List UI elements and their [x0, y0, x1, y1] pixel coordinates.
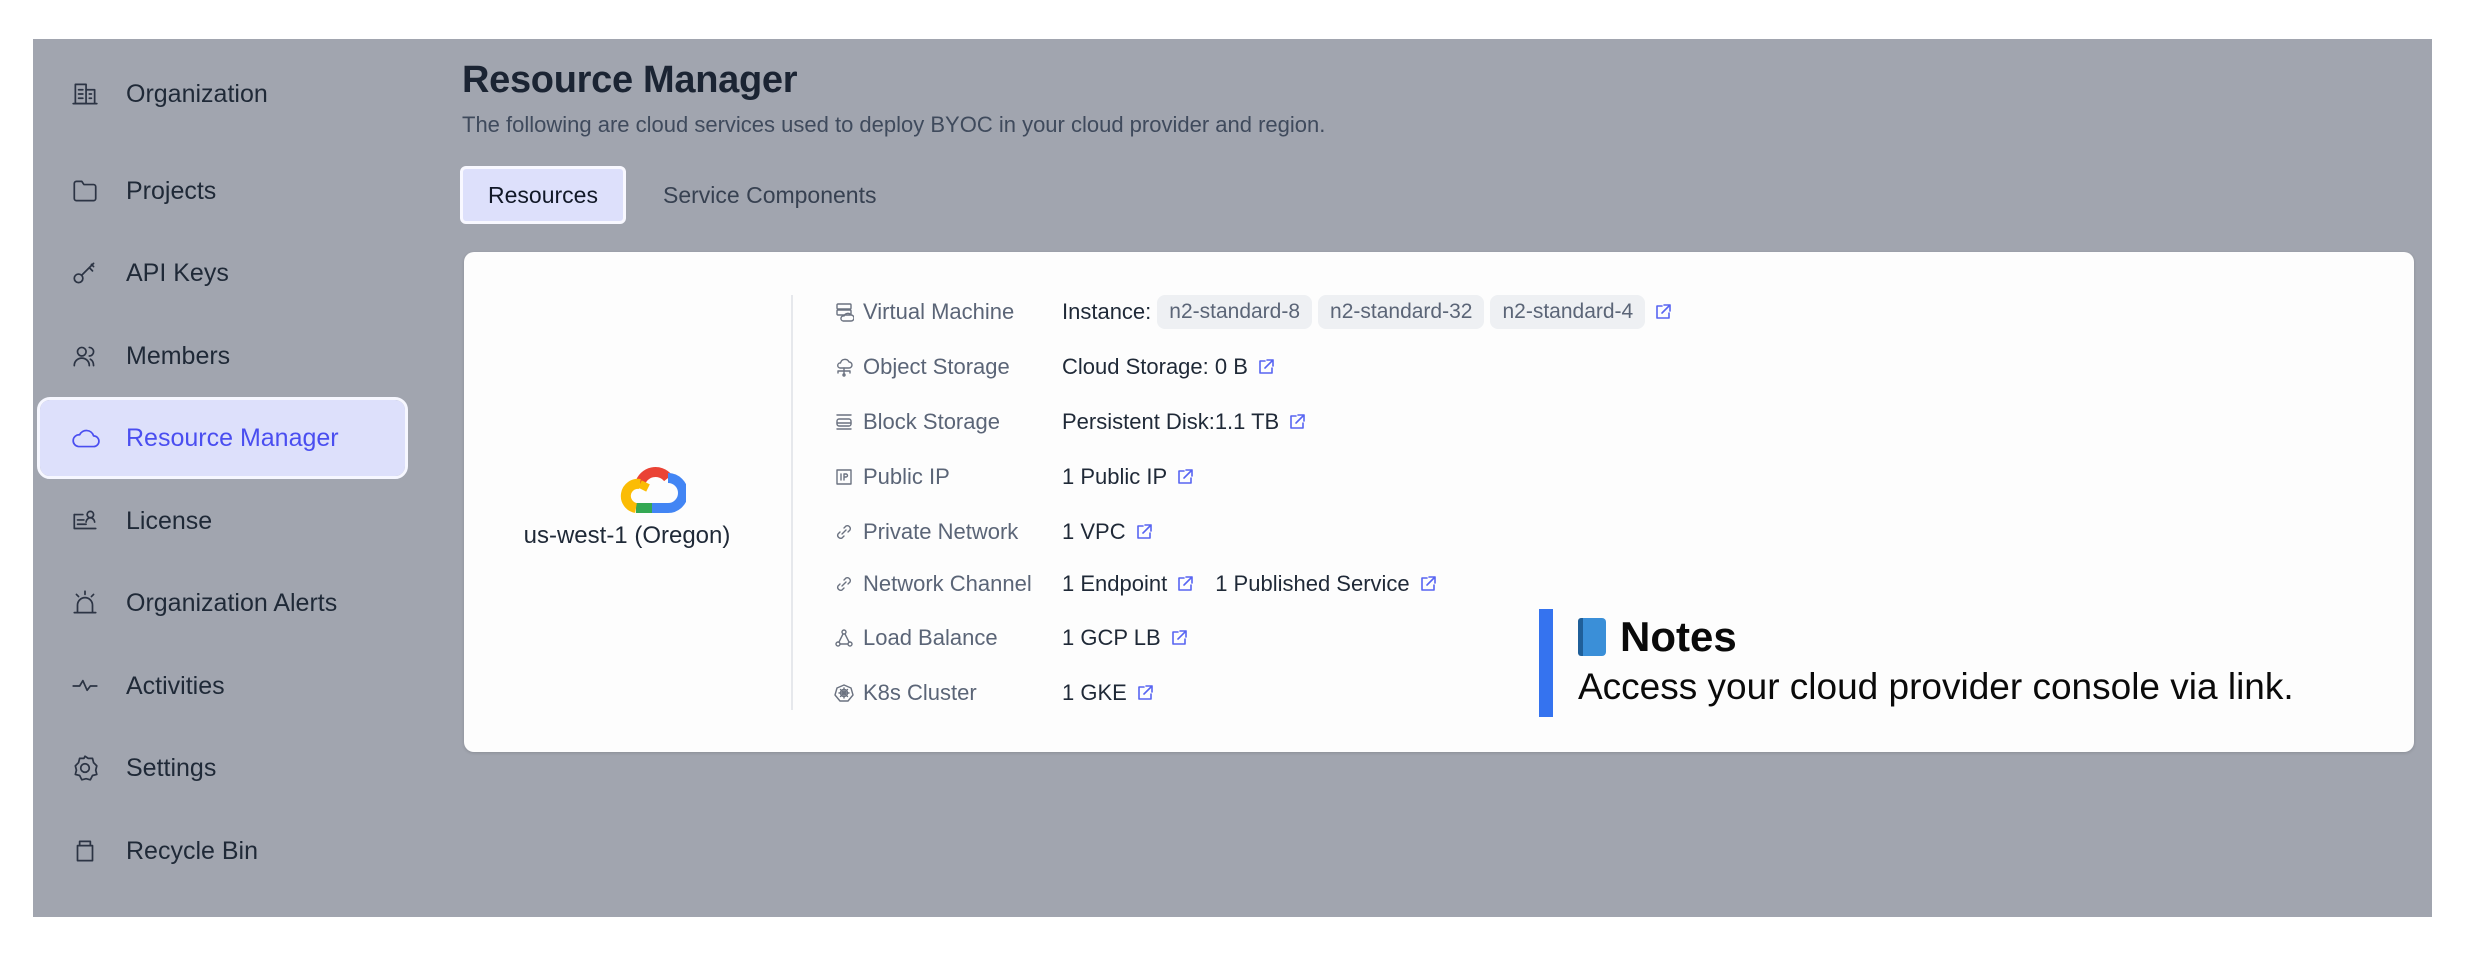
sidebar-item-settings[interactable]: Settings [40, 730, 405, 806]
resource-values: 1 GCP LB [1062, 625, 1189, 651]
notes-title: Notes [1620, 613, 1737, 660]
folder-icon [69, 175, 101, 207]
cloud-icon [69, 422, 101, 454]
tab-resources[interactable]: Resources [460, 166, 626, 224]
trash-icon [69, 835, 101, 867]
page-title: Resource Manager [462, 59, 798, 101]
resource-label: Virtual Machine [863, 299, 1015, 324]
users-icon [69, 340, 101, 372]
key-icon [69, 257, 101, 289]
sidebar-item-license[interactable]: License [40, 483, 405, 559]
resource-row-virtual-machine: Virtual Machine Instance: n2-standard-8 n2-… [833, 292, 1673, 332]
building-icon [69, 78, 101, 110]
resource-values: Instance: n2-standard-8 n2-standard-32 n2-s… [1062, 295, 1673, 329]
notes-accent-bar [1539, 609, 1553, 717]
divider [791, 295, 793, 710]
sidebar-item-members[interactable]: Members [40, 318, 405, 394]
external-link-icon[interactable] [1287, 412, 1307, 432]
sidebar-item-label: License [126, 506, 213, 535]
load-balance-icon [833, 627, 855, 649]
resource-row-private-network: Private Network 1 VPC [833, 512, 1154, 552]
sidebar-item-label: Members [126, 341, 231, 370]
sidebar-item-organization-alerts[interactable]: Organization Alerts [40, 565, 405, 641]
resource-values: 1 GKE [1062, 680, 1155, 706]
resource-row-block-storage: Block Storage Persistent Disk:1.1 TB [833, 402, 1307, 442]
external-link-icon[interactable] [1175, 467, 1195, 487]
link-icon [833, 521, 855, 543]
external-link-icon[interactable] [1256, 357, 1276, 377]
sidebar-item-label: Projects [126, 176, 217, 205]
resource-label: K8s Cluster [863, 680, 977, 705]
resource-row-network-channel: Network Channel 1 Endpoint 1 Published Ser… [833, 564, 1438, 604]
resource-label: Network Channel [863, 571, 1032, 596]
instance-prefix: Instance: [1062, 299, 1152, 324]
license-icon [69, 505, 101, 537]
sidebar-item-resource-manager[interactable]: Resource Manager [37, 397, 408, 479]
external-link-icon[interactable] [1418, 574, 1438, 594]
resource-row-public-ip: Public IP 1 Public IP [833, 457, 1195, 497]
sidebar-item-label: Recycle Bin [126, 836, 258, 865]
resource-values: Cloud Storage: 0 B [1062, 354, 1276, 380]
ip-icon [833, 466, 855, 488]
resource-label: Private Network [863, 519, 1019, 544]
external-link-icon[interactable] [1134, 522, 1154, 542]
sidebar-item-api-keys[interactable]: API Keys [40, 235, 405, 311]
external-link-icon[interactable] [1135, 683, 1155, 703]
sidebar-item-projects[interactable]: Projects [40, 153, 405, 229]
sidebar-item-label: Settings [126, 753, 217, 782]
resource-row-object-storage: Object Storage Cloud Storage: 0 B [833, 347, 1276, 387]
resource-label: Block Storage [863, 409, 1000, 434]
alarm-icon [69, 587, 101, 619]
sidebar-item-label: API Keys [126, 258, 229, 287]
sidebar-item-label: Organization Alerts [126, 588, 338, 617]
resource-label: Public IP [863, 464, 950, 489]
gear-icon [69, 752, 101, 784]
sidebar-item-activities[interactable]: Activities [40, 648, 405, 724]
instance-type-chip: n2-standard-32 [1318, 295, 1485, 329]
sidebar-item-label: Organization [126, 79, 268, 108]
resource-value: 1 Published Service [1215, 571, 1410, 596]
kubernetes-icon [833, 682, 855, 704]
resource-value: Cloud Storage: 0 B [1062, 354, 1248, 379]
tab-service-components[interactable]: Service Components [663, 166, 877, 224]
resource-value: 1 GKE [1062, 680, 1127, 705]
resource-value: Persistent Disk:1.1 TB [1062, 409, 1280, 434]
resource-label: Object Storage [863, 354, 1010, 379]
resource-card: us-west-1 (Oregon) Virtual Machine Instan… [464, 252, 2414, 752]
external-link-icon[interactable] [1175, 574, 1195, 594]
resource-row-load-balance: Load Balance 1 GCP LB [833, 618, 1189, 658]
sidebar-item-label: Activities [126, 671, 225, 700]
resource-value: 1 GCP LB [1062, 625, 1161, 650]
instance-type-chip: n2-standard-8 [1157, 295, 1313, 329]
sidebar: Organization Projects API Keys Members Resou… [33, 39, 413, 917]
resource-value: 1 VPC [1062, 519, 1126, 544]
resource-value: 1 Endpoint [1062, 571, 1168, 596]
page-subtitle: The following are cloud services used to… [462, 112, 1326, 137]
resource-label: Load Balance [863, 625, 998, 650]
resource-row-k8s-cluster: K8s Cluster 1 GKE [833, 673, 1155, 713]
google-cloud-logo-icon [620, 467, 686, 513]
cloud-network-icon [833, 356, 855, 378]
external-link-icon[interactable] [1169, 628, 1189, 648]
resource-values: 1 VPC [1062, 519, 1154, 545]
region-name: us-west-1 (Oregon) [523, 522, 731, 549]
external-link-icon[interactable] [1653, 302, 1673, 322]
region-panel: us-west-1 (Oregon) [464, 252, 790, 752]
link-icon [833, 573, 855, 595]
app-panel: Organization Projects API Keys Members Resou… [33, 39, 2432, 917]
resource-values: Persistent Disk:1.1 TB [1062, 409, 1307, 435]
resource-values: 1 Endpoint 1 Published Service [1062, 571, 1438, 597]
notes-text: Access your cloud provider console via l… [1578, 666, 2294, 707]
blue-book-icon [1578, 618, 1606, 656]
instance-type-chip: n2-standard-4 [1490, 295, 1646, 329]
resource-value: 1 Public IP [1062, 464, 1168, 489]
resource-values: 1 Public IP [1062, 464, 1195, 490]
disk-icon [833, 411, 855, 433]
sidebar-item-label: Resource Manager [126, 423, 339, 452]
server-cloud-icon [833, 301, 855, 323]
activity-icon [69, 670, 101, 702]
sidebar-item-recycle-bin[interactable]: Recycle Bin [40, 813, 405, 889]
sidebar-item-organization[interactable]: Organization [40, 56, 405, 132]
